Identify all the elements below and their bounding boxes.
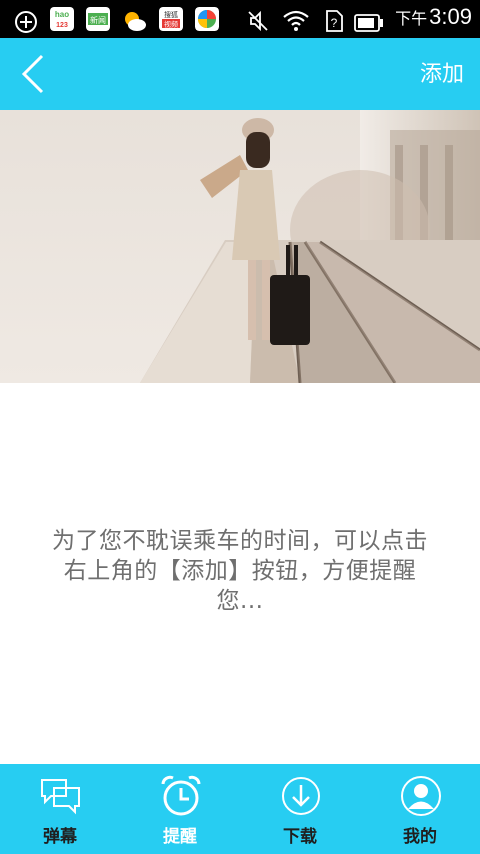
- tab-label: 弹幕: [43, 827, 77, 847]
- chat-bubbles-icon: [41, 779, 80, 815]
- tab-danmu[interactable]: 弹幕: [0, 764, 120, 854]
- clock-time: 3:09: [429, 4, 472, 29]
- tab-label: 下载: [283, 827, 317, 847]
- hero-image: [0, 110, 480, 383]
- svg-text:新闻: 新闻: [90, 15, 106, 25]
- download-icon: [282, 777, 320, 815]
- tab-label: 我的: [403, 827, 437, 847]
- empty-state-message: 为了您不耽误乘车的时间，可以点击 右上角的【添加】按钮，方便提醒 您...: [20, 526, 460, 616]
- sim-card-icon: ?: [326, 10, 343, 32]
- svg-text:hao: hao: [55, 10, 69, 19]
- alarm-clock-icon: [161, 775, 201, 816]
- tab-reminder[interactable]: 提醒: [120, 764, 240, 854]
- clock-ampm: 下午: [395, 11, 428, 28]
- svg-text:123: 123: [56, 22, 68, 29]
- bottom-tab-bar: 弹幕 提醒 下载 我的: [0, 764, 480, 854]
- news-app-icon: 新闻: [86, 7, 110, 31]
- sohu-video-app-icon: 搜狐 视频: [159, 7, 183, 31]
- tab-download[interactable]: 下载: [240, 764, 360, 854]
- back-button[interactable]: [14, 50, 58, 98]
- game-center-app-icon: [195, 7, 219, 31]
- message-line-1: 为了您不耽误乘车的时间，可以点击: [52, 528, 428, 554]
- hao123-app-icon: hao 123: [50, 7, 74, 31]
- person-icon: [401, 776, 441, 816]
- message-line-3: 您...: [216, 588, 264, 614]
- message-line-2: 右上角的【添加】按钮，方便提醒: [63, 558, 417, 584]
- chevron-left-icon: [21, 54, 44, 94]
- status-clock: 下午3:09: [395, 4, 472, 30]
- add-button[interactable]: 添加: [420, 56, 464, 88]
- svg-text:?: ?: [331, 16, 338, 30]
- weather-app-icon: [125, 12, 146, 31]
- svg-text:视频: 视频: [164, 20, 178, 29]
- tab-label: 提醒: [163, 827, 197, 847]
- tab-mine[interactable]: 我的: [360, 764, 480, 854]
- svg-text:搜狐: 搜狐: [164, 10, 178, 19]
- battery-icon: [354, 14, 383, 32]
- wifi-icon: [283, 10, 309, 31]
- status-bar: hao 123 新闻 搜狐 视频 ? 下午3:09: [0, 0, 480, 38]
- app-header: 添加: [0, 38, 480, 110]
- mute-icon: [248, 10, 268, 32]
- add-app-icon: [15, 11, 37, 33]
